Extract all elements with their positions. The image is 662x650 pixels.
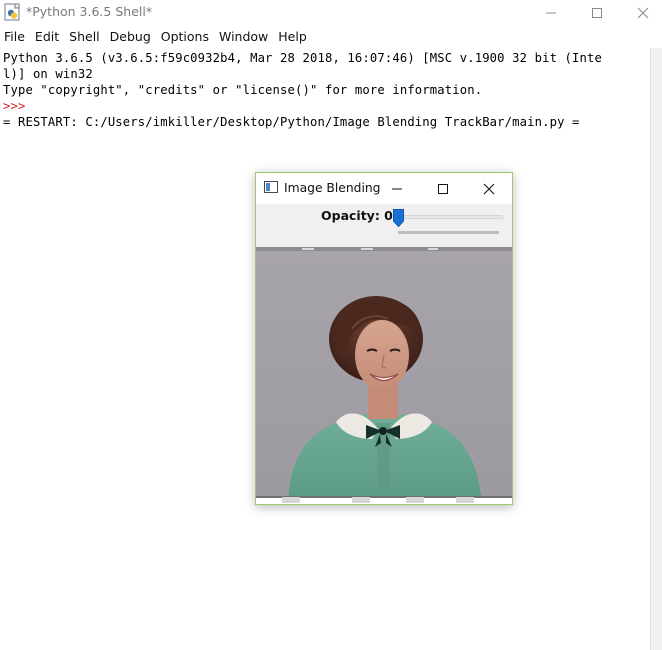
image-blending-window: Image Blending Opacity: 0 xyxy=(255,172,513,505)
shell-title: *Python 3.6.5 Shell* xyxy=(26,4,153,19)
menu-file[interactable]: File xyxy=(0,28,31,46)
minimize-icon xyxy=(392,188,402,189)
close-icon xyxy=(483,183,495,194)
maximize-button[interactable] xyxy=(574,0,620,26)
vertical-scrollbar[interactable] xyxy=(650,48,662,650)
menu-bar: File Edit Shell Debug Options Window Hel… xyxy=(0,28,662,46)
opacity-label: Opacity: 0 xyxy=(321,208,393,223)
menu-options[interactable]: Options xyxy=(157,28,215,46)
maximize-icon xyxy=(592,8,602,18)
close-button[interactable] xyxy=(620,0,662,26)
python-shell-icon xyxy=(4,3,20,21)
blended-image xyxy=(256,247,512,504)
blend-minimize-button[interactable] xyxy=(374,173,420,204)
maximize-icon xyxy=(438,183,448,194)
minimize-icon xyxy=(546,12,556,14)
minimize-button[interactable] xyxy=(528,0,574,26)
menu-debug[interactable]: Debug xyxy=(106,28,157,46)
portrait-photo xyxy=(256,247,512,504)
shell-prompt: >>> xyxy=(3,99,26,113)
opacity-trackbar-panel: Opacity: 0 xyxy=(256,204,512,247)
window-app-icon xyxy=(264,181,278,193)
shell-line-version: Python 3.6.5 (v3.6.5:f59c0932b4, Mar 28 … xyxy=(3,51,602,65)
menu-shell[interactable]: Shell xyxy=(65,28,106,46)
blend-close-button[interactable] xyxy=(466,173,512,204)
opacity-slider-track[interactable] xyxy=(398,215,503,219)
menu-window[interactable]: Window xyxy=(215,28,274,46)
shell-line-info: Type "copyright", "credits" or "license(… xyxy=(3,83,483,97)
blend-window-title: Image Blending xyxy=(284,181,381,195)
shell-titlebar[interactable]: *Python 3.6.5 Shell* xyxy=(0,0,662,26)
blend-maximize-button[interactable] xyxy=(420,173,466,204)
slider-thumb-icon[interactable] xyxy=(393,209,404,227)
blend-titlebar[interactable]: Image Blending xyxy=(256,173,512,204)
menu-help[interactable]: Help xyxy=(274,28,313,46)
shell-line-platform: l)] on win32 xyxy=(3,67,93,81)
shell-line-restart: = RESTART: C:/Users/imkiller/Desktop/Pyt… xyxy=(3,115,580,129)
opacity-slider-ticks xyxy=(398,231,499,234)
menu-edit[interactable]: Edit xyxy=(31,28,65,46)
close-icon xyxy=(637,7,649,19)
